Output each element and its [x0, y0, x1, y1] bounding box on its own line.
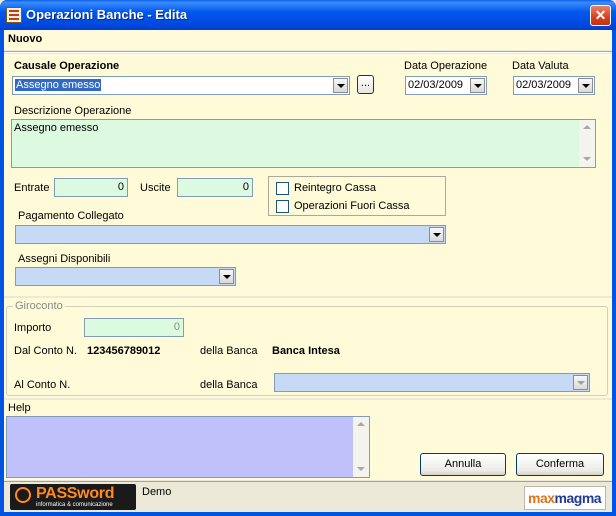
password-tagline: informatica & comunicazione: [36, 502, 113, 508]
help-textarea[interactable]: [6, 416, 370, 478]
chevron-down-icon[interactable]: [429, 227, 444, 242]
data-valuta-label: Data Valuta: [512, 60, 569, 72]
causale-select[interactable]: Assegno emesso: [12, 76, 350, 95]
operation-panel: Causale Operazione Assegno emesso ... Da…: [4, 54, 612, 296]
data-operazione-picker[interactable]: 02/03/2009: [405, 76, 487, 95]
reintegro-label: Reintegro Cassa: [294, 182, 376, 194]
descrizione-label: Descrizione Operazione: [14, 105, 132, 117]
scroll-down-icon[interactable]: [353, 461, 369, 477]
mode-label: Nuovo: [8, 33, 43, 45]
importo-input[interactable]: 0: [84, 318, 184, 337]
close-icon: ✕: [594, 7, 607, 23]
chevron-down-icon[interactable]: [470, 78, 485, 93]
causale-label: Causale Operazione: [14, 60, 120, 72]
password-logo-icon: [15, 487, 31, 503]
data-operazione-label: Data Operazione: [404, 60, 488, 72]
fuori-cassa-checkbox[interactable]: [276, 200, 289, 213]
dal-conto-label: Dal Conto N.: [14, 345, 77, 357]
scroll-up-icon[interactable]: [579, 120, 595, 136]
scroll-down-icon[interactable]: [579, 151, 595, 167]
pagamento-label: Pagamento Collegato: [18, 210, 124, 222]
al-conto-label: Al Conto N.: [14, 379, 71, 391]
password-brand: PASSword: [36, 485, 115, 502]
annulla-button[interactable]: Annulla: [420, 453, 506, 476]
divider: [4, 51, 612, 53]
uscite-label: Uscite: [140, 182, 171, 194]
data-valuta-picker[interactable]: 02/03/2009: [513, 76, 595, 95]
maxmagma-part1: max: [528, 490, 555, 506]
chevron-down-icon[interactable]: [578, 78, 593, 93]
maxmagma-part2: magma: [554, 490, 602, 506]
chevron-down-icon[interactable]: [219, 269, 234, 284]
entrate-input[interactable]: 0: [54, 178, 128, 197]
giroconto-title: Giroconto: [13, 300, 65, 312]
client-area: Nuovo Causale Operazione Assegno emesso …: [4, 30, 612, 512]
fuori-cassa-label: Operazioni Fuori Cassa: [294, 200, 410, 212]
reintegro-checkbox[interactable]: [276, 182, 289, 195]
assegni-label: Assegni Disponibili: [18, 253, 111, 265]
uscite-input[interactable]: 0: [177, 178, 253, 197]
descrizione-textarea[interactable]: Assegno emesso: [11, 119, 596, 168]
pagamento-select[interactable]: [15, 225, 446, 244]
conferma-button[interactable]: Conferma: [516, 453, 604, 476]
help-scrollbar[interactable]: [353, 417, 369, 477]
data-operazione-value: 02/03/2009: [408, 79, 464, 91]
al-banca-label: della Banca: [200, 379, 258, 391]
maxmagma-logo: maxmagma: [524, 486, 606, 510]
help-panel: Help Annulla Conferma: [4, 400, 612, 480]
giroconto-panel: Giroconto Importo 0 Dal Conto N. 1234567…: [4, 298, 612, 398]
status-text: Demo: [142, 486, 172, 498]
importo-label: Importo: [14, 322, 52, 334]
window-title: Operazioni Banche - Edita: [26, 7, 188, 22]
al-banca-select[interactable]: [274, 373, 590, 392]
assegni-select[interactable]: [15, 267, 236, 286]
title-bar[interactable]: Operazioni Banche - Edita ✕: [0, 0, 616, 30]
scroll-up-icon[interactable]: [353, 417, 369, 433]
header-panel: Nuovo: [4, 30, 612, 50]
entrate-label: Entrate: [14, 182, 50, 194]
window: Operazioni Banche - Edita ✕ Nuovo Causal…: [0, 0, 616, 516]
causale-value: Assegno emesso: [15, 79, 102, 91]
cassa-options-box: Reintegro Cassa Operazioni Fuori Cassa: [268, 176, 446, 216]
help-label: Help: [8, 402, 31, 414]
descrizione-value: Assegno emesso: [14, 122, 99, 134]
close-button[interactable]: ✕: [590, 5, 611, 26]
dal-banca-label: della Banca: [200, 345, 258, 357]
chevron-down-icon[interactable]: [573, 375, 588, 390]
footer-divider: [4, 481, 612, 482]
data-valuta-value: 02/03/2009: [516, 79, 572, 91]
dal-conto-value: 123456789012: [87, 345, 161, 357]
browse-causale-button[interactable]: ...: [357, 75, 374, 94]
app-icon: [6, 7, 22, 23]
dal-banca-value: Banca Intesa: [272, 345, 340, 357]
chevron-down-icon[interactable]: [333, 78, 348, 93]
password-logo: PASSword informatica & comunicazione: [10, 484, 136, 510]
descrizione-scrollbar[interactable]: [579, 120, 595, 167]
